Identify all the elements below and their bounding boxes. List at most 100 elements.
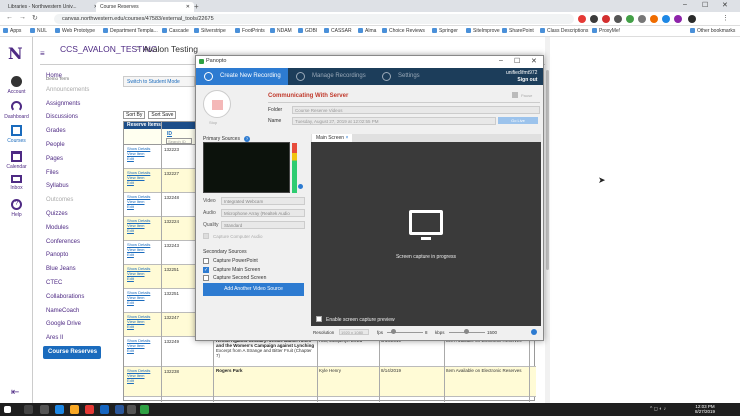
course-nav-item[interactable]: NameCoach bbox=[41, 305, 105, 319]
minimize-icon[interactable]: – bbox=[499, 57, 503, 64]
course-nav-item[interactable]: Course Reserves bbox=[43, 345, 101, 359]
url-input[interactable]: canvas.northwestern.edu/courses/47583/ex… bbox=[54, 14, 574, 24]
webcast-button[interactable]: Go Live bbox=[498, 117, 538, 124]
bookmark-item[interactable]: FootPrints bbox=[235, 28, 265, 34]
bookmark-item[interactable]: SiteImprove bbox=[466, 28, 500, 34]
audio-level-slider[interactable] bbox=[298, 184, 303, 189]
system-tray[interactable]: ^ ◻ ◐ ♪ bbox=[650, 406, 666, 412]
course-nav-item[interactable]: Home bbox=[41, 70, 105, 84]
tab-main-screen[interactable]: Main Screen × bbox=[312, 134, 353, 142]
tab-create-recording[interactable]: Create New Recording bbox=[196, 68, 288, 85]
outlook-icon[interactable] bbox=[100, 405, 109, 414]
resolution-field[interactable]: 1920 x 1080 bbox=[339, 329, 369, 335]
search-icon[interactable] bbox=[24, 405, 33, 414]
nav-account[interactable]: Account bbox=[0, 76, 33, 95]
bookmark-item[interactable]: Choice Reviews bbox=[382, 28, 425, 34]
link-edit[interactable]: Edit bbox=[127, 300, 161, 305]
close-icon[interactable]: ✕ bbox=[186, 4, 190, 10]
course-nav-item[interactable]: Panopto bbox=[41, 249, 105, 263]
course-nav-item[interactable]: Blue Jeans bbox=[41, 263, 105, 277]
stop-button[interactable] bbox=[203, 90, 231, 118]
course-nav-item[interactable]: Pages bbox=[41, 153, 105, 167]
new-tab-button[interactable]: + bbox=[194, 2, 199, 11]
course-nav-item[interactable]: Announcements bbox=[41, 84, 105, 98]
extension-icon[interactable] bbox=[602, 15, 610, 23]
tab-settings[interactable]: Settings bbox=[374, 68, 444, 85]
capture-computer-audio-checkbox[interactable] bbox=[203, 233, 209, 239]
bookmark-item[interactable]: Alma bbox=[358, 28, 376, 34]
quality-select[interactable]: Standard bbox=[221, 221, 305, 229]
panopto-taskbar-icon[interactable] bbox=[140, 405, 149, 414]
course-nav-item[interactable]: Grades bbox=[41, 125, 105, 139]
extension-icon[interactable] bbox=[638, 15, 646, 23]
bookmark-item[interactable]: CASSAR bbox=[324, 28, 352, 34]
maximize-icon[interactable]: ☐ bbox=[702, 1, 708, 9]
bookmark-item[interactable]: GDBI bbox=[298, 28, 317, 34]
bookmark-item[interactable]: SharePoint bbox=[502, 28, 534, 34]
forward-icon[interactable]: → bbox=[19, 14, 26, 21]
link-edit[interactable]: Edit bbox=[127, 276, 161, 281]
video-select[interactable]: Integrated Webcam bbox=[221, 197, 305, 205]
bookmark-item[interactable]: Springer bbox=[432, 28, 458, 34]
folder-field[interactable]: Course Reserve Videos bbox=[292, 106, 540, 114]
nav-dashboard[interactable]: Dashboard bbox=[0, 101, 33, 120]
extension-icon[interactable] bbox=[674, 15, 682, 23]
student-view-button[interactable]: Switch to Student Mode bbox=[123, 76, 195, 87]
name-field[interactable]: Tuesday, August 27, 2019 at 12:02:55 PM bbox=[292, 117, 496, 125]
course-nav-item[interactable]: Ares II bbox=[41, 332, 105, 346]
course-nav-item[interactable]: Collaborations bbox=[41, 291, 105, 305]
course-nav-item[interactable]: CTEC bbox=[41, 277, 105, 291]
app-icon[interactable] bbox=[127, 405, 136, 414]
link-edit[interactable]: Edit bbox=[127, 204, 161, 209]
pause-icon[interactable] bbox=[512, 92, 518, 98]
reload-icon[interactable]: ↻ bbox=[32, 14, 38, 22]
add-video-source-button[interactable]: Add Another Video Source bbox=[203, 283, 304, 296]
link-edit[interactable]: Edit bbox=[127, 228, 161, 233]
logo[interactable]: N bbox=[8, 44, 23, 63]
nav-calendar[interactable]: Calendar bbox=[0, 151, 33, 170]
extension-icon[interactable] bbox=[590, 15, 598, 23]
course-nav-item[interactable]: Files bbox=[41, 167, 105, 181]
nav-help[interactable]: ? Help bbox=[0, 199, 33, 218]
collapse-nav-icon[interactable]: ⇤ bbox=[11, 387, 19, 398]
file-explorer-icon[interactable] bbox=[70, 405, 79, 414]
bookmark-item[interactable]: Silverstripe bbox=[194, 28, 226, 34]
link-edit[interactable]: Edit bbox=[127, 156, 161, 161]
close-icon[interactable]: × bbox=[345, 135, 348, 141]
extension-icon[interactable] bbox=[650, 15, 658, 23]
course-nav-item[interactable]: Assignments bbox=[41, 98, 105, 112]
course-nav-item[interactable]: Google Drive bbox=[41, 318, 105, 332]
bookmark-item[interactable]: Cascade bbox=[162, 28, 189, 34]
course-nav-item[interactable]: Conferences bbox=[41, 236, 105, 250]
sign-out-link[interactable]: Sign out bbox=[506, 77, 537, 84]
capture-main-screen-checkbox[interactable]: ✓ bbox=[203, 267, 209, 273]
extension-icon[interactable] bbox=[614, 15, 622, 23]
id-search-input[interactable]: Search ID bbox=[166, 138, 192, 144]
nav-inbox[interactable]: Inbox bbox=[0, 175, 33, 191]
sort-save-button[interactable]: Sort Save bbox=[148, 111, 177, 119]
bookmark-item[interactable]: ProxyMe! bbox=[592, 28, 620, 34]
task-view-icon[interactable] bbox=[40, 405, 49, 414]
bookmark-item[interactable]: NUL bbox=[30, 28, 47, 34]
clock[interactable]: 12:03 PM 8/27/2019 bbox=[695, 404, 715, 414]
close-window-icon[interactable]: ✕ bbox=[722, 1, 728, 9]
menu-icon[interactable]: ⋮ bbox=[722, 14, 729, 22]
link-edit[interactable]: Edit bbox=[127, 348, 161, 353]
sort-by-select[interactable]: Sort By bbox=[123, 111, 146, 119]
info-icon[interactable] bbox=[531, 329, 537, 335]
word-icon[interactable] bbox=[115, 405, 124, 414]
edge-icon[interactable] bbox=[55, 405, 64, 414]
link-edit[interactable]: Edit bbox=[127, 252, 161, 257]
bookmark-item[interactable]: Other bookmarks bbox=[690, 28, 735, 34]
course-nav-item[interactable]: Modules bbox=[41, 222, 105, 236]
extension-icon[interactable] bbox=[662, 15, 670, 23]
link-edit[interactable]: Edit bbox=[127, 378, 161, 383]
capture-second-screen-checkbox[interactable] bbox=[203, 275, 209, 281]
kbps-slider-knob[interactable] bbox=[464, 329, 469, 334]
bookmark-item[interactable]: Department Templa... bbox=[103, 28, 158, 34]
course-nav-item[interactable]: Discussions bbox=[41, 111, 105, 125]
scrollbar-thumb[interactable] bbox=[546, 70, 549, 270]
bookmark-item[interactable]: Apps bbox=[3, 28, 21, 34]
windows-start-icon[interactable] bbox=[4, 406, 11, 413]
course-nav-item[interactable]: People bbox=[41, 139, 105, 153]
